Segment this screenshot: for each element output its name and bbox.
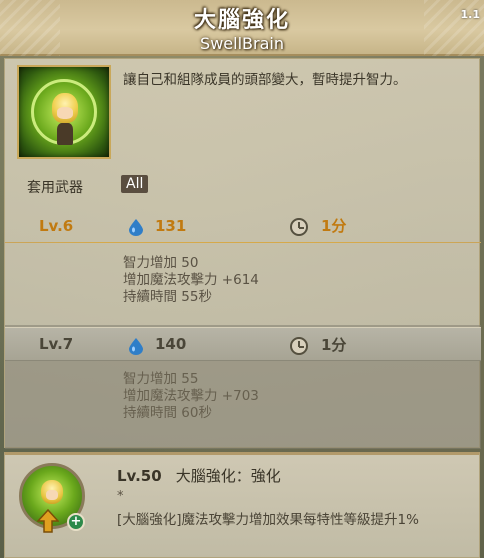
clock-icon bbox=[290, 218, 308, 236]
effect-line: 智力增加 50 bbox=[123, 255, 199, 271]
level-row-next: Lv.7 140 1分 bbox=[5, 327, 481, 361]
enhancement-description: [大腦強化]魔法攻擊力增加效果每特性等級提升1% bbox=[117, 512, 419, 528]
water-drop-icon bbox=[129, 338, 143, 355]
enhancement-name: 大腦強化：強化 bbox=[175, 467, 281, 485]
effect-line: 持續時間 60秒 bbox=[123, 405, 212, 421]
mp-cost: 131 bbox=[155, 216, 187, 235]
level-effects-current: 智力增加 50 增加魔法攻擊力 +614 持續時間 55秒 bbox=[123, 255, 259, 306]
enhancement-level: Lv.50 bbox=[117, 467, 162, 485]
header-decoration-left bbox=[0, 0, 60, 56]
water-drop-icon bbox=[129, 219, 143, 236]
level-row-current: Lv.6 131 1分 bbox=[5, 209, 481, 243]
skill-title: 大腦強化 bbox=[193, 8, 290, 33]
cooldown: 1分 bbox=[321, 335, 347, 354]
skill-subtitle: SwellBrain bbox=[200, 34, 284, 53]
cooldown: 1分 bbox=[321, 217, 347, 235]
swellbrain-skill-icon bbox=[17, 65, 111, 159]
enhancement-title: Lv.50 大腦強化：強化 bbox=[117, 465, 281, 486]
skill-info-panel: 讓自己和組隊成員的頭部變大，暫時提升智力。 套用武器 All Lv.6 131 … bbox=[4, 58, 481, 449]
clock-icon bbox=[290, 337, 308, 355]
weapon-badge: All bbox=[121, 175, 149, 193]
level-label: Lv.6 bbox=[39, 216, 74, 235]
effect-line: 增加魔法攻擊力 +703 bbox=[123, 388, 259, 404]
corner-badge: 1.1 bbox=[460, 8, 481, 21]
weapon-label: 套用武器 bbox=[27, 180, 83, 196]
enhancement-panel: + Lv.50 大腦強化：強化 * [大腦強化]魔法攻擊力增加效果每特性等級提升1… bbox=[4, 452, 480, 558]
skill-description: 讓自己和組隊成員的頭部變大，暫時提升智力。 bbox=[123, 72, 407, 88]
effect-line: 持續時間 55秒 bbox=[123, 289, 212, 305]
level-label: Lv.7 bbox=[39, 335, 74, 353]
effect-line: 智力增加 55 bbox=[123, 371, 199, 387]
plus-badge-icon: + bbox=[67, 513, 85, 531]
mp-cost: 140 bbox=[155, 335, 187, 353]
effect-line: 增加魔法攻擊力 +614 bbox=[123, 272, 259, 288]
tooltip-header: 大腦強化 SwellBrain 1.1 bbox=[0, 0, 484, 56]
up-arrow-icon bbox=[37, 509, 59, 533]
level-effects-next: 智力增加 55 增加魔法攻擊力 +703 持續時間 60秒 bbox=[123, 371, 259, 422]
enhancement-star: * bbox=[117, 489, 124, 504]
